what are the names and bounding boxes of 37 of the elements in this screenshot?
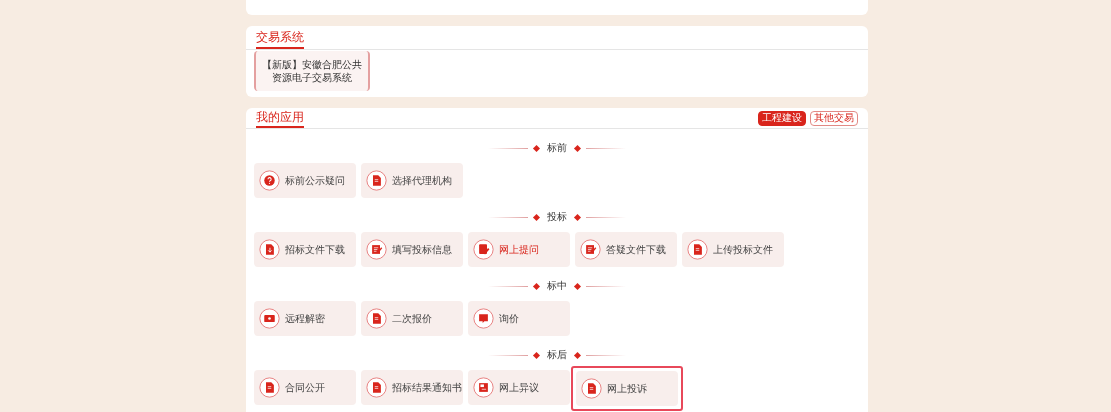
document-icon (687, 239, 708, 260)
section-title: 我的应用 (256, 111, 304, 128)
chat-icon (473, 308, 494, 329)
app-tile[interactable]: 标前公示疑问 (254, 163, 356, 198)
app-tile[interactable]: 网上投诉 (576, 371, 678, 406)
group-heading: 投标 (546, 212, 568, 222)
category-tab[interactable]: 工程建设 (758, 110, 806, 126)
download-icon (259, 239, 280, 260)
app-tile[interactable]: 填写投标信息 (361, 232, 463, 267)
document-icon (366, 170, 387, 191)
group-heading: 标中 (546, 281, 568, 291)
system-tile[interactable]: 【新版】安徽合肥公共 资源电子交易系统 (254, 51, 370, 91)
app-tile[interactable]: 招标结果通知书 (361, 370, 463, 405)
group-heading: 标前 (546, 143, 568, 153)
edit-icon (473, 239, 494, 260)
document-icon (366, 308, 387, 329)
app-tile[interactable]: 合同公开 (254, 370, 356, 405)
app-tile[interactable]: 网上提问 (468, 232, 570, 267)
app-tile[interactable]: 远程解密 (254, 301, 356, 336)
edit-icon (580, 239, 601, 260)
app-tile[interactable]: 招标文件下载 (254, 232, 356, 267)
app-tile[interactable]: 询价 (468, 301, 570, 336)
edit-icon (366, 239, 387, 260)
document-icon (259, 377, 280, 398)
section-title: 交易系统 (256, 31, 304, 49)
question-icon (259, 170, 280, 191)
app-tile[interactable]: 网上异议 (468, 370, 570, 405)
document-icon (473, 377, 494, 398)
app-tile[interactable]: 二次报价 (361, 301, 463, 336)
app-tile[interactable]: 上传投标文件 (682, 232, 784, 267)
group-heading: 标后 (546, 350, 568, 360)
app-tile[interactable]: 答疑文件下载 (575, 232, 677, 267)
app-tile[interactable]: 选择代理机构 (361, 163, 463, 198)
category-tab[interactable]: 其他交易 (810, 110, 858, 126)
document-icon (581, 378, 602, 399)
monitor-icon (259, 308, 280, 329)
document-icon (366, 377, 387, 398)
